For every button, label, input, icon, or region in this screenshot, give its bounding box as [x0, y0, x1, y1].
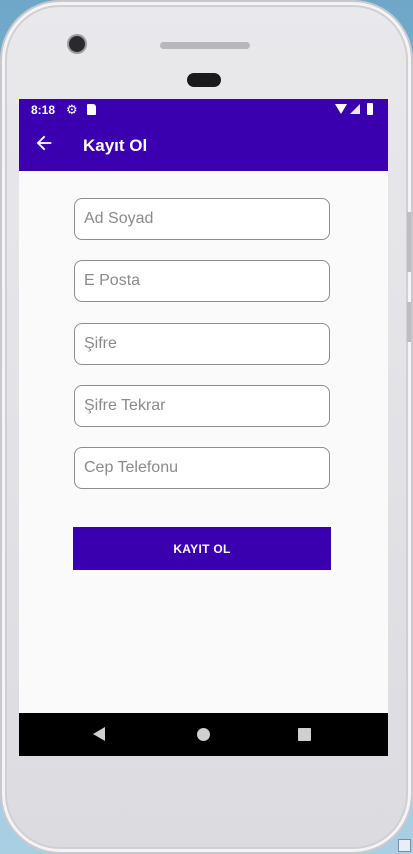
page-title: Kayıt Ol [83, 136, 148, 155]
battery-icon [367, 103, 373, 115]
status-time: 8:18 [31, 103, 56, 117]
app-screen: 8:18 ⚙ Kayıt Ol KAYIT OL [19, 99, 388, 756]
status-bar: 8:18 ⚙ [19, 99, 388, 121]
wifi-icon [335, 104, 347, 114]
signal-icon [350, 104, 360, 114]
name-field[interactable] [74, 198, 330, 240]
sd-card-icon [87, 104, 96, 115]
nav-home-icon[interactable] [197, 728, 210, 741]
app-bar: Kayıt Ol [19, 121, 388, 171]
register-button[interactable]: KAYIT OL [73, 527, 331, 570]
nav-back-icon[interactable] [93, 727, 105, 741]
phone-field[interactable] [74, 447, 330, 489]
volume-button[interactable] [407, 212, 411, 272]
proximity-sensor [187, 73, 221, 87]
power-button[interactable] [407, 302, 411, 342]
document-icon [398, 839, 411, 852]
gear-icon: ⚙ [66, 102, 78, 117]
nav-recents-icon[interactable] [298, 728, 311, 741]
earpiece-speaker [160, 42, 250, 49]
phone-frame: 8:18 ⚙ Kayıt Ol KAYIT OL [0, 0, 413, 854]
arrow-left-icon[interactable] [33, 132, 55, 154]
password-field[interactable] [74, 323, 330, 365]
email-field[interactable] [74, 260, 330, 302]
navigation-bar [19, 713, 388, 756]
password-repeat-field[interactable] [74, 385, 330, 427]
front-camera [69, 36, 85, 52]
